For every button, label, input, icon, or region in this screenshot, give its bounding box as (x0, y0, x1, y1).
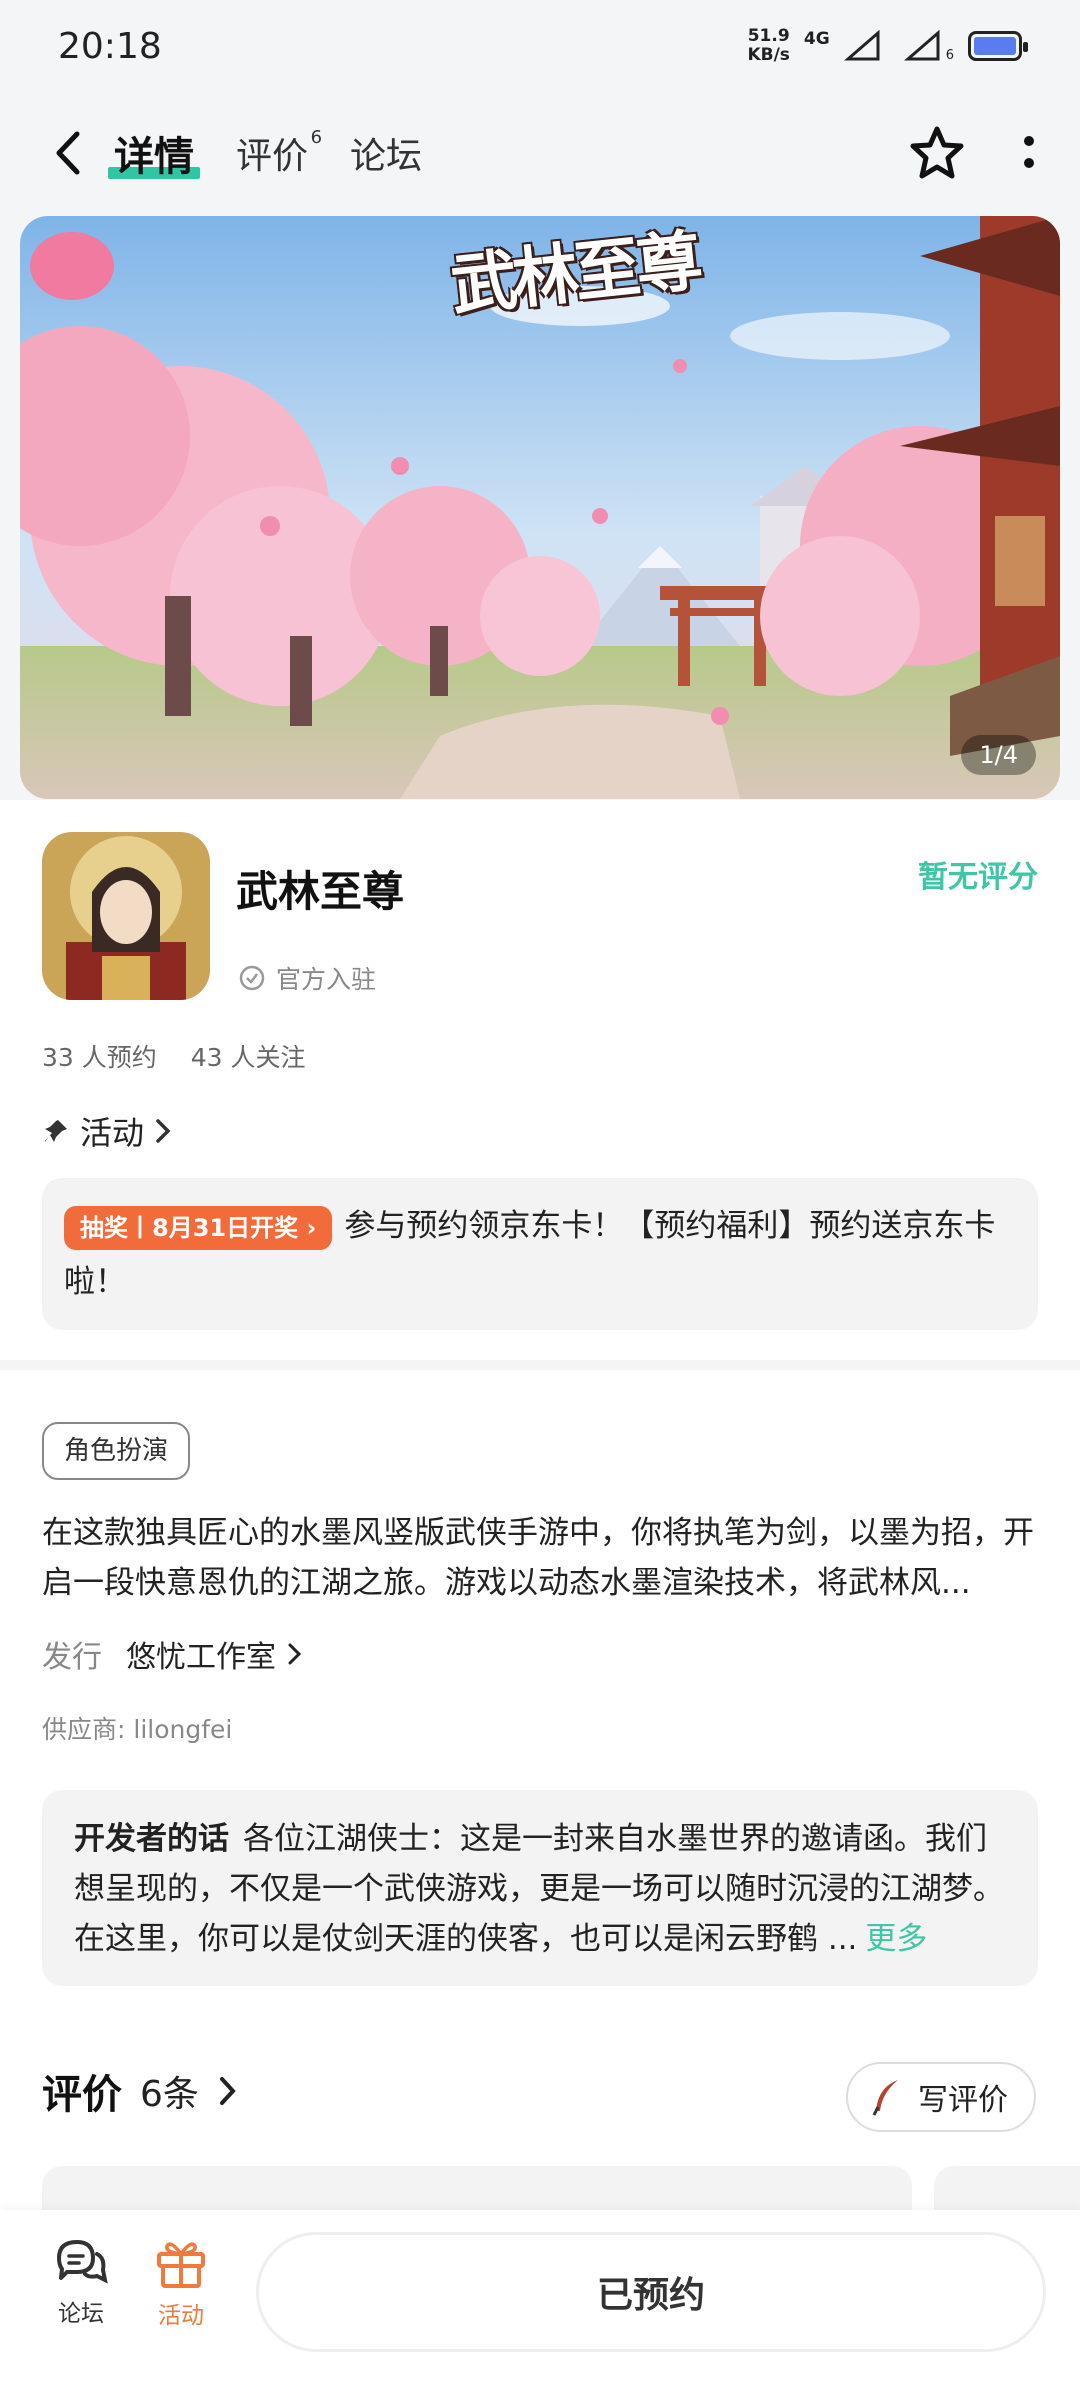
game-description[interactable]: 在这款独具匠心的水墨风竖版武侠手游中，你将执笔为剑，以墨为招，开启一段快意恩仇的… (42, 1508, 1038, 1608)
tab-reviews-label: 评价 (236, 136, 309, 177)
reviews-title: 评价 (42, 2072, 122, 2118)
wifi-signal-icon (903, 29, 940, 61)
status-bar: 20:18 51.9 KB/s 4G 6 (0, 0, 1080, 92)
official-badge: 官方入驻 (238, 960, 376, 996)
verified-check-icon (239, 965, 265, 991)
tab-bar: 详情 评价 6 论坛 (108, 123, 422, 183)
chevron-right-icon (288, 1643, 302, 1665)
developer-note-label: 开发者的话 (74, 1821, 229, 1857)
tab-reviews[interactable]: 评价 6 (236, 123, 322, 183)
bottom-forum-label: 论坛 (58, 2301, 104, 2327)
network-speed: 51.9 KB/s (747, 27, 789, 65)
app-icon (42, 832, 210, 1000)
quill-icon (872, 2080, 898, 2116)
lottery-tag-label: 抽奖丨8月31日开奖 (80, 1213, 299, 1242)
chevron-right-icon (219, 2077, 236, 2105)
activity-title: 活动 (80, 1114, 145, 1152)
status-icons: 51.9 KB/s 4G 6 (747, 27, 1028, 65)
tab-forum-label: 论坛 (350, 136, 423, 177)
official-label: 官方入驻 (276, 965, 377, 994)
tab-details[interactable]: 详情 (108, 123, 200, 183)
status-time: 20:18 (58, 25, 162, 67)
publisher-row[interactable]: 发行 悠忧工作室 (42, 1632, 306, 1676)
top-nav: 详情 评价 6 论坛 (0, 108, 1080, 198)
reviews-header[interactable]: 评价 6条 (42, 2062, 239, 2120)
write-review-label: 写评价 (918, 2083, 1008, 2118)
tab-reviews-badge: 6 (310, 127, 323, 148)
tab-details-label: 详情 (114, 134, 194, 180)
bottom-activity-button[interactable]: 活动 (136, 2236, 226, 2330)
activity-card[interactable]: 抽奖丨8月31日开奖 › 参与预约领京东卡！【预约福利】预约送京东卡啦！ (42, 1178, 1038, 1330)
more-options-icon[interactable] (1022, 133, 1036, 173)
publisher-name: 悠忧工作室 (126, 1640, 276, 1675)
pin-icon (45, 1120, 67, 1142)
favorite-star-icon[interactable] (908, 125, 966, 181)
reserved-button[interactable]: 已预约 (256, 2232, 1046, 2352)
app-info-section: 武林至尊 官方入驻 暂无评分 33 人预约 43 人关注 活动 抽奖丨8月31日… (0, 800, 1080, 1360)
screenshot-banner[interactable]: 武林至尊 1/4 (20, 216, 1060, 799)
follower-count: 43 人关注 (190, 1043, 306, 1072)
rating-status: 暂无评分 (918, 860, 1038, 895)
battery-icon (968, 31, 1028, 61)
write-review-button[interactable]: 写评价 (846, 2062, 1036, 2132)
app-name: 武林至尊 (236, 867, 405, 916)
banner-page-indicator: 1/4 (961, 735, 1036, 775)
signal-icon (843, 29, 880, 61)
reviews-count: 6条 (140, 2074, 199, 2115)
back-arrow-icon (56, 131, 80, 175)
publisher-label: 发行 (42, 1640, 102, 1675)
bottom-forum-button[interactable]: 论坛 (36, 2236, 126, 2328)
genre-tag[interactable]: 角色扮演 (42, 1422, 191, 1480)
network-speed-unit: KB/s (747, 45, 790, 65)
app-stats: 33 人预约 43 人关注 (42, 1038, 306, 1074)
developer-note[interactable]: 开发者的话 各位江湖侠士：这是一封来自水墨世界的邀请函。我们想呈现的，不仅是一个武… (42, 1790, 1038, 1986)
network-type: 4G (803, 29, 830, 49)
more-link[interactable]: 更多 (865, 1921, 927, 1957)
gift-icon (157, 2242, 205, 2288)
sim-slot: 6 (945, 47, 954, 63)
bottom-action-bar: 论坛 活动 已预约 (0, 2210, 1080, 2400)
back-button[interactable] (44, 123, 92, 183)
reservation-count: 33 人预约 (42, 1043, 157, 1072)
activity-header[interactable]: 活动 (42, 1108, 172, 1154)
network-speed-value: 51.9 (747, 26, 790, 46)
chevron-right-icon (156, 1119, 171, 1143)
forum-chat-icon (57, 2240, 108, 2284)
supplier-info: 供应商: lilongfei (42, 1715, 233, 1744)
bottom-activity-label: 活动 (158, 2303, 204, 2329)
tab-forum[interactable]: 论坛 (350, 123, 422, 183)
lottery-tag[interactable]: 抽奖丨8月31日开奖 › (64, 1205, 333, 1250)
